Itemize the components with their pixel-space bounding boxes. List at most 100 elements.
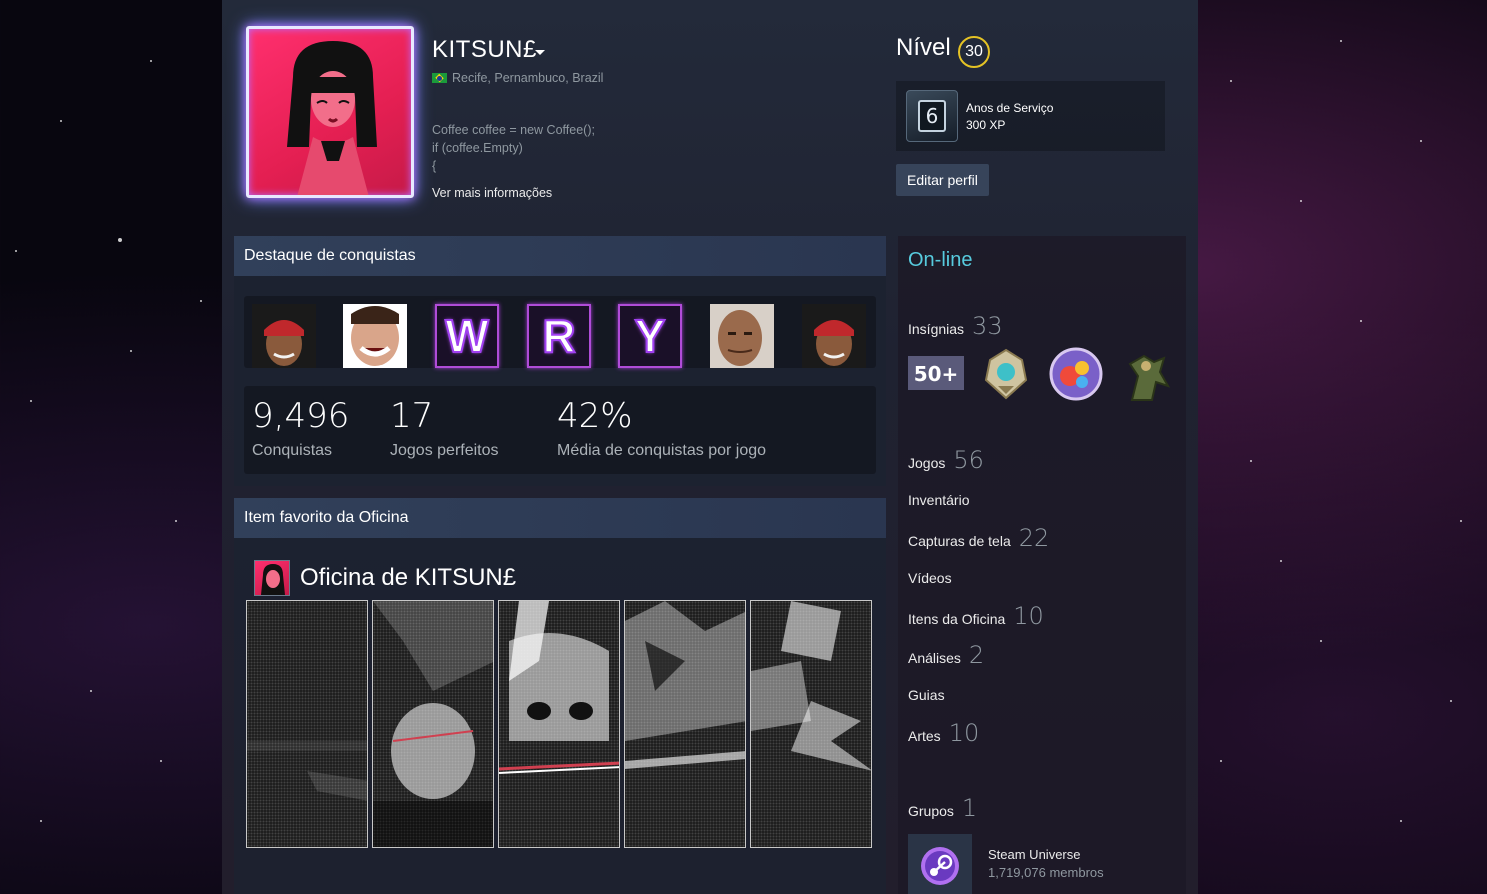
stat-label: Média de conquistas por jogo <box>557 442 767 459</box>
badges-link[interactable]: Insígnias 33 <box>908 312 1003 340</box>
workshop-avatar-icon <box>254 560 290 596</box>
link-count: 56 <box>953 446 984 474</box>
link-label: Vídeos <box>908 570 952 586</box>
group-name: Steam Universe <box>988 847 1081 862</box>
artwork-panel[interactable] <box>498 600 620 848</box>
more-info-link[interactable]: Ver mais informações <box>432 186 552 200</box>
achievement-icon[interactable] <box>343 304 407 368</box>
steam-universe-group-icon <box>908 834 972 894</box>
workshop-showcase: Item favorito da Oficina Oficina de KITS… <box>234 498 886 894</box>
videos-link[interactable]: Vídeos <box>908 570 952 586</box>
link-count: 10 <box>948 719 980 747</box>
artwork-panel[interactable] <box>246 600 368 848</box>
man-bandana-icon <box>802 304 866 368</box>
stat-perfect-games[interactable]: 17 Jogos perfeitos <box>390 396 499 460</box>
achievement-stats: 9,496 Conquistas 17 Jogos perfeitos 42% … <box>244 386 876 474</box>
stat-value: 9,496 <box>252 396 350 436</box>
stat-average-completion[interactable]: 42% Média de conquistas por jogo <box>557 396 766 460</box>
mini-avatar-icon <box>261 564 285 595</box>
groups-link[interactable]: Grupos 1 <box>908 794 977 822</box>
bald-man-icon <box>710 304 774 368</box>
artwork-link[interactable]: Artes 10 <box>908 719 979 747</box>
groups-count: 1 <box>961 794 978 822</box>
badge-50-label: 50+ <box>914 362 959 386</box>
summary-line: { <box>432 159 437 173</box>
badge-warrior-icon[interactable] <box>1118 346 1174 402</box>
artwork-slice-3 <box>499 601 619 774</box>
stat-achievements[interactable]: 9,496 Conquistas <box>252 396 349 460</box>
profile-avatar[interactable] <box>246 26 414 198</box>
artwork-slice-2 <box>373 601 493 847</box>
badge-50-plus-icon[interactable]: 50+ <box>908 346 964 402</box>
smiling-face-icon <box>343 304 407 368</box>
link-count: 2 <box>968 641 985 669</box>
workshop-items-link[interactable]: Itens da Oficina 10 <box>908 602 1044 630</box>
group-item[interactable]: Steam Universe 1,719,076 membros <box>908 834 1178 894</box>
man-bandana-icon <box>252 304 316 368</box>
persona-name-dropdown-icon[interactable] <box>535 50 545 55</box>
badge-colorful-circle-icon[interactable] <box>1048 346 1104 402</box>
reviews-link[interactable]: Análises 2 <box>908 641 984 669</box>
level-badge[interactable]: 30 <box>958 36 990 68</box>
service-badge-xp: 300 XP <box>966 118 1006 132</box>
warrior-svg <box>1128 354 1171 401</box>
circle-svg <box>1049 347 1103 401</box>
link-label: Itens da Oficina <box>908 611 1006 627</box>
badges-count: 33 <box>972 312 1003 340</box>
steam-logo-icon <box>921 847 959 885</box>
edit-profile-button[interactable]: Editar perfil <box>896 164 989 196</box>
profile-page: KITSUN£ Recife, Pernambuco, Brazil Coffe… <box>222 0 1198 894</box>
achievement-icons-row: W R Y <box>244 296 876 368</box>
achievement-showcase: Destaque de conquistas W R Y 9,496 Conqu… <box>234 236 886 486</box>
stat-label: Conquistas <box>252 442 333 459</box>
groups-label: Grupos <box>908 803 954 819</box>
achievement-icon-letter-y[interactable]: Y <box>618 304 682 368</box>
link-label: Artes <box>908 728 941 744</box>
guides-link[interactable]: Guias <box>908 687 945 703</box>
fifty-plus-svg: 50+ <box>908 356 964 390</box>
summary-line: Coffee coffee = new Coffee(); <box>432 123 595 137</box>
artwork-panel[interactable] <box>372 600 494 848</box>
badge-crest-icon[interactable] <box>978 346 1034 402</box>
persona-name[interactable]: KITSUN£ <box>432 36 537 64</box>
avatar-neon-frame <box>246 26 414 198</box>
artwork-slice-1 <box>247 741 367 801</box>
link-label: Análises <box>908 650 961 666</box>
summary-line: if (coffee.Empty) <box>432 141 523 155</box>
years-of-service-icon: 6 <box>906 90 958 142</box>
link-label: Jogos <box>908 455 946 471</box>
screenshots-link[interactable]: Capturas de tela 22 <box>908 524 1049 552</box>
artwork-panel[interactable] <box>750 600 872 848</box>
crest-svg <box>984 348 1028 400</box>
letter-y: Y <box>634 309 667 363</box>
group-member-count: 1,719,076 membros <box>988 865 1104 880</box>
achievement-icon-letter-r[interactable]: R <box>527 304 591 368</box>
link-label: Guias <box>908 687 945 703</box>
profile-sidebar: On-line Insígnias 33 50+ Jogos 56 Invent… <box>898 236 1186 894</box>
letter-r: R <box>541 309 576 363</box>
link-label: Capturas de tela <box>908 533 1011 549</box>
games-link[interactable]: Jogos 56 <box>908 446 984 474</box>
profile-location: Recife, Pernambuco, Brazil <box>432 71 603 85</box>
artwork-slice-5 <box>751 601 871 771</box>
service-badge-title: Anos de Serviço <box>966 101 1054 115</box>
artwork-panel[interactable] <box>624 600 746 848</box>
achievement-showcase-header: Destaque de conquistas <box>234 236 886 276</box>
artwork-slice-4 <box>625 601 745 769</box>
achievement-icon[interactable] <box>252 304 316 368</box>
workshop-title: Oficina de KITSUN£ <box>300 564 517 591</box>
workshop-title-row[interactable]: Oficina de KITSUN£ <box>254 560 516 596</box>
link-count: 10 <box>1013 602 1044 630</box>
inventory-link[interactable]: Inventário <box>908 492 969 508</box>
achievement-icon[interactable] <box>802 304 866 368</box>
online-status: On-line <box>908 249 973 271</box>
years-of-service-badge[interactable]: 6 Anos de Serviço 300 XP <box>896 81 1165 151</box>
avatar-girl-illustration <box>287 41 377 195</box>
badges-row: 50+ <box>908 344 1178 404</box>
workshop-artwork-panels[interactable] <box>246 600 872 848</box>
stat-label: Jogos perfeitos <box>390 442 499 459</box>
stat-value: 42% <box>557 396 633 436</box>
achievement-icon-letter-w[interactable]: W <box>435 304 499 368</box>
service-years-number: 6 <box>918 100 946 132</box>
achievement-icon[interactable] <box>710 304 774 368</box>
